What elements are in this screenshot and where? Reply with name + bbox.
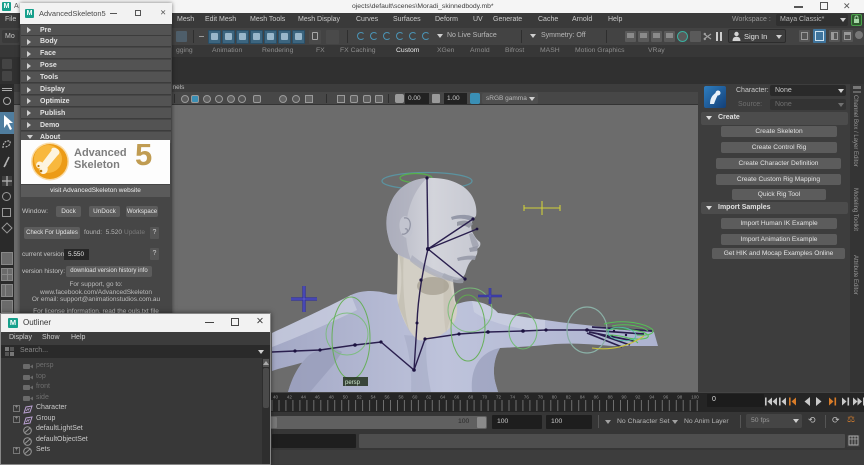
svg-text:74: 74 [510, 395, 516, 400]
svg-text:60: 60 [412, 395, 418, 400]
svg-text:46: 46 [315, 395, 321, 400]
svg-text:80: 80 [552, 395, 558, 400]
svg-text:50: 50 [343, 395, 349, 400]
svg-text:92: 92 [635, 395, 641, 400]
svg-text:82: 82 [566, 395, 572, 400]
svg-text:persp: persp [345, 380, 361, 386]
svg-text:40: 40 [273, 395, 279, 400]
svg-text:94: 94 [649, 395, 655, 400]
svg-text:64: 64 [440, 395, 446, 400]
svg-text:78: 78 [538, 395, 544, 400]
svg-text:96: 96 [663, 395, 669, 400]
svg-text:42: 42 [287, 395, 293, 400]
svg-text:44: 44 [301, 395, 307, 400]
svg-text:84: 84 [580, 395, 586, 400]
svg-text:98: 98 [677, 395, 683, 400]
svg-text:66: 66 [454, 395, 460, 400]
svg-text:62: 62 [426, 395, 432, 400]
svg-text:86: 86 [594, 395, 600, 400]
svg-text:48: 48 [329, 395, 335, 400]
svg-text:68: 68 [468, 395, 474, 400]
svg-text:100: 100 [691, 395, 699, 400]
svg-text:58: 58 [399, 395, 405, 400]
svg-text:54: 54 [371, 395, 377, 400]
svg-text:76: 76 [524, 395, 530, 400]
svg-text:70: 70 [482, 395, 488, 400]
svg-text:90: 90 [622, 395, 628, 400]
svg-text:56: 56 [385, 395, 391, 400]
svg-text:88: 88 [608, 395, 614, 400]
svg-text:72: 72 [496, 395, 502, 400]
svg-text:52: 52 [357, 395, 363, 400]
